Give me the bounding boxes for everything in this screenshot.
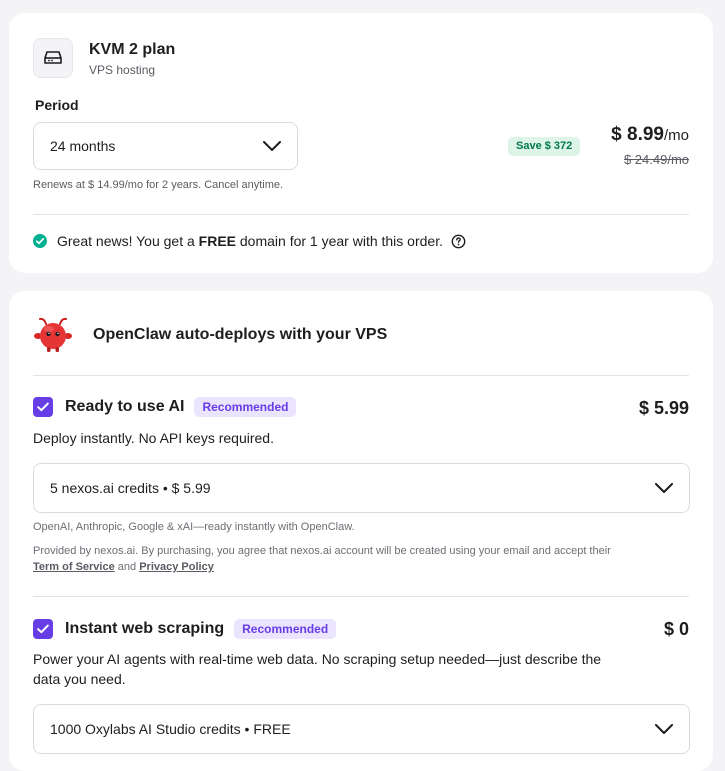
privacy-policy-link[interactable]: Privacy Policy: [139, 561, 214, 573]
ai-credits-select[interactable]: 5 nexos.ai credits • $ 5.99: [33, 463, 690, 513]
openclaw-header: OpenClaw auto-deploys with your VPS: [33, 315, 387, 355]
plan-price: $ 8.99/mo: [611, 124, 689, 146]
free-domain-bold: FREE: [198, 233, 236, 249]
ai-option-header: Ready to use AI Recommended: [33, 397, 297, 417]
period-label: Period: [35, 97, 79, 113]
ai-providers-note: OpenAI, Anthropic, Google & xAI—ready in…: [33, 521, 355, 533]
nexos-legal-text: Provided by nexos.ai. By purchasing, you…: [33, 545, 611, 557]
ai-option-price: $ 5.99: [638, 398, 689, 418]
scraping-option-header: Instant web scraping Recommended: [33, 619, 337, 639]
plan-old-price: $ 24.49/mo: [623, 152, 689, 167]
plan-subtitle: VPS hosting: [89, 62, 156, 77]
divider: [33, 214, 689, 215]
free-domain-prefix: Great news! You get a: [57, 233, 199, 249]
scraping-option-description: Power your AI agents with real-time web …: [33, 649, 601, 689]
checkmark-icon: [37, 624, 49, 634]
recommended-badge: Recommended: [234, 619, 337, 639]
ai-checkbox[interactable]: [33, 397, 53, 417]
ai-option-description: Deploy instantly. No API keys required.: [33, 430, 274, 446]
plan-card: KVM 2 plan VPS hosting Period 24 months …: [9, 13, 713, 273]
plan-header: KVM 2 plan VPS hosting: [33, 38, 175, 78]
chevron-down-icon: [655, 724, 673, 734]
plan-price-amount: $ 8.99: [611, 124, 664, 145]
help-icon[interactable]: [451, 234, 466, 249]
period-select-value: 24 months: [50, 138, 116, 154]
openclaw-mascot-icon: [34, 317, 72, 352]
scraping-checkbox[interactable]: [33, 619, 53, 639]
checkmark-icon: [37, 402, 49, 412]
scraping-credits-select-value: 1000 Oxylabs AI Studio credits • FREE: [50, 721, 291, 737]
save-badge: Save $ 372: [508, 137, 581, 156]
nexos-legal-note: Provided by nexos.ai. By purchasing, you…: [33, 543, 693, 575]
free-domain-suffix: domain for 1 year with this order.: [236, 233, 443, 249]
period-select[interactable]: 24 months: [33, 122, 298, 170]
plan-price-unit: /mo: [663, 127, 689, 144]
check-circle-icon: [33, 234, 47, 248]
openclaw-card: OpenClaw auto-deploys with your VPS Read…: [9, 291, 713, 771]
plan-title: KVM 2 plan: [89, 40, 176, 58]
server-icon: [33, 38, 73, 78]
legal-and-text: and: [117, 561, 137, 573]
ai-option-title: Ready to use AI: [65, 398, 185, 415]
free-domain-notice: Great news! You get a FREE domain for 1 …: [33, 233, 466, 249]
divider: [33, 596, 689, 597]
renewal-note: Renews at $ 14.99/mo for 2 years. Cancel…: [33, 179, 284, 191]
scraping-option-title: Instant web scraping: [65, 620, 225, 637]
scraping-description-line1: Power your AI agents with real-time web …: [33, 651, 602, 667]
recommended-badge: Recommended: [194, 397, 297, 417]
scraping-description-line2: data you need.: [33, 671, 126, 687]
divider: [33, 375, 689, 376]
scraping-credits-select[interactable]: 1000 Oxylabs AI Studio credits • FREE: [33, 704, 690, 754]
openclaw-title: OpenClaw auto-deploys with your VPS: [93, 326, 388, 343]
scraping-option-price: $ 0: [663, 619, 689, 639]
chevron-down-icon: [263, 141, 281, 151]
free-domain-text: Great news! You get a FREE domain for 1 …: [57, 233, 443, 249]
ai-credits-select-value: 5 nexos.ai credits • $ 5.99: [50, 480, 211, 496]
chevron-down-icon: [655, 483, 673, 493]
terms-of-service-link[interactable]: Term of Service: [33, 561, 115, 573]
